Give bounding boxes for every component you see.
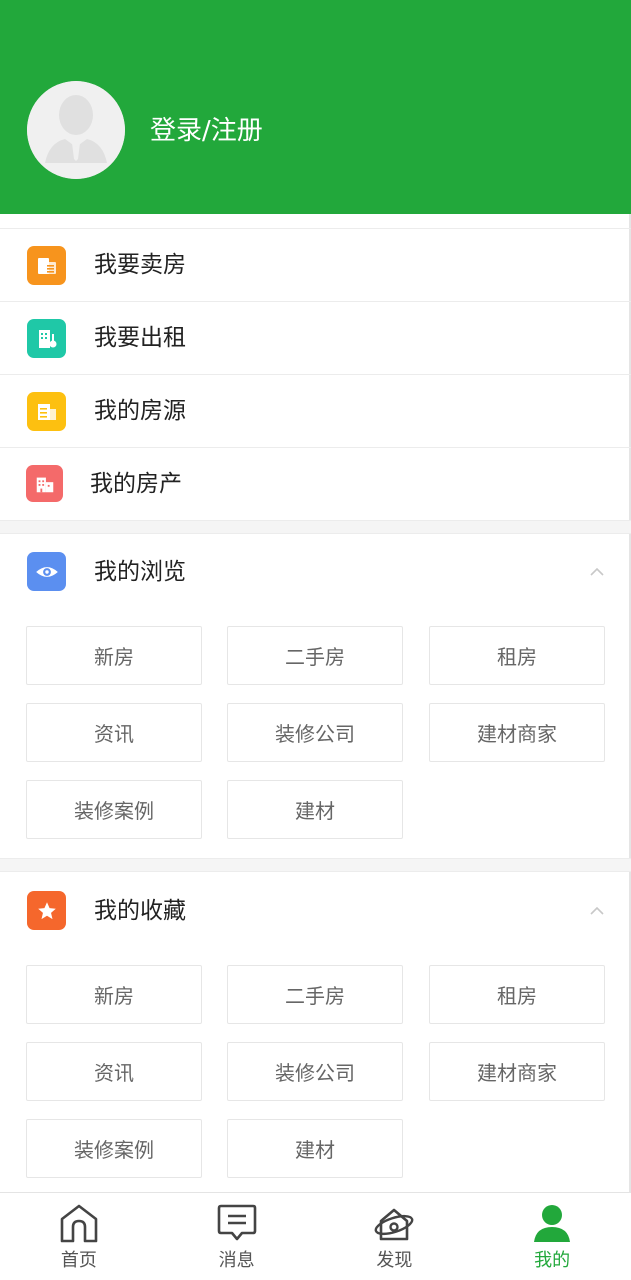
my-listings-icon (27, 392, 66, 431)
rent-out-icon (27, 319, 66, 358)
section-divider (0, 520, 631, 534)
home-icon (60, 1204, 98, 1243)
menu-item-my-listings[interactable]: 我的房源 (0, 375, 631, 448)
tag-button[interactable]: 新房 (26, 965, 202, 1024)
avatar[interactable] (27, 81, 125, 179)
menu-label: 我的房源 (94, 398, 186, 424)
login-register-link[interactable]: 登录/注册 (150, 114, 263, 148)
tab-label: 首页 (60, 1250, 97, 1271)
star-icon (27, 891, 66, 930)
discover-icon (374, 1208, 414, 1241)
tab-messages[interactable]: 消息 (158, 1193, 316, 1280)
tag-button[interactable]: 装修公司 (227, 1042, 403, 1101)
tab-home[interactable]: 首页 (0, 1193, 158, 1280)
tag-button[interactable]: 建材商家 (429, 703, 605, 762)
menu-item-sell-house[interactable]: 我要卖房 (0, 229, 631, 302)
tag-button[interactable]: 建材商家 (429, 1042, 605, 1101)
tag-button[interactable]: 装修案例 (26, 1119, 202, 1178)
browse-history-section: 我的浏览 新房 二手房 租房 资讯 装修公司 建材商家 装修案例 建材 (0, 534, 631, 858)
section-title: 我的收藏 (94, 898, 186, 924)
favorites-header[interactable]: 我的收藏 (0, 873, 631, 949)
tag-button[interactable]: 资讯 (26, 1042, 202, 1101)
section-title: 我的浏览 (94, 559, 186, 585)
tag-button[interactable]: 新房 (26, 626, 202, 685)
profile-header: 登录/注册 (0, 0, 631, 214)
menu-label: 我要出租 (94, 325, 186, 351)
menu-item-my-property[interactable]: 我的房产 (0, 448, 631, 521)
profile-icon (534, 1205, 571, 1242)
eye-icon (27, 552, 66, 591)
favorites-section: 我的收藏 新房 二手房 租房 资讯 装修公司 建材商家 装修案例 建材 (0, 873, 631, 1192)
menu-label: 我的房产 (90, 471, 182, 497)
tag-button[interactable]: 租房 (429, 965, 605, 1024)
quick-menu: 我要卖房 我要出租 我的房源 我的房产 (0, 228, 631, 521)
tag-button[interactable]: 装修案例 (26, 780, 202, 839)
tab-label: 消息 (218, 1250, 255, 1271)
chevron-up-icon[interactable] (587, 562, 607, 582)
tab-label: 我的 (534, 1250, 571, 1271)
tab-label: 发现 (376, 1250, 413, 1271)
message-icon (217, 1204, 256, 1241)
default-avatar-icon (27, 81, 125, 179)
tag-button[interactable]: 二手房 (227, 626, 403, 685)
sell-house-icon (27, 246, 66, 285)
menu-label: 我要卖房 (94, 252, 186, 278)
tag-button[interactable]: 资讯 (26, 703, 202, 762)
section-divider (0, 858, 631, 872)
menu-item-rent-out[interactable]: 我要出租 (0, 302, 631, 375)
tab-profile[interactable]: 我的 (473, 1193, 631, 1280)
chevron-up-icon[interactable] (587, 901, 607, 921)
tab-discover[interactable]: 发现 (316, 1193, 474, 1280)
bottom-tab-bar: 首页 消息 发现 我的 (0, 1192, 631, 1280)
browse-history-header[interactable]: 我的浏览 (0, 534, 631, 610)
tag-button[interactable]: 二手房 (227, 965, 403, 1024)
my-property-icon (26, 465, 63, 502)
tag-button[interactable]: 租房 (429, 626, 605, 685)
tag-button[interactable]: 建材 (227, 1119, 403, 1178)
tag-button[interactable]: 装修公司 (227, 703, 403, 762)
tag-button[interactable]: 建材 (227, 780, 403, 839)
